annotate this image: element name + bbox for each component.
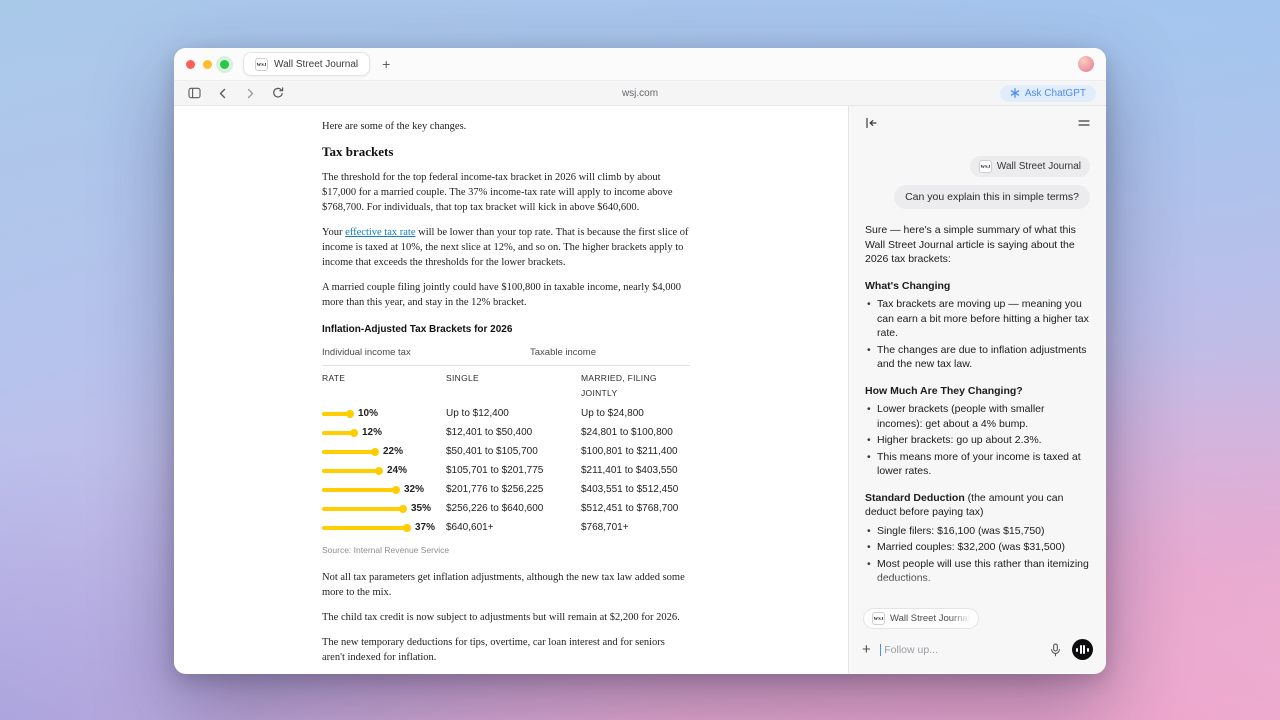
tax-bracket-row: 22%$50,401 to $105,700$100,801 to $211,4… <box>322 442 690 461</box>
assistant-message: Sure — here's a simple summary of what t… <box>865 223 1090 606</box>
zoom-window-button[interactable] <box>220 60 229 69</box>
tab-bar: WSJ Wall Street Journal + <box>174 48 1106 80</box>
rate-bar <box>322 450 374 454</box>
rate-bar <box>322 431 353 435</box>
tax-bracket-row: 37%$640,601+$768,701+ <box>322 518 690 537</box>
rate-bar <box>322 412 349 416</box>
rate-bar <box>322 469 378 473</box>
rate-bar-dot <box>392 486 400 494</box>
article-paragraph: The new temporary deductions for tips, o… <box>322 635 690 665</box>
group-label-right: Taxable income <box>530 345 596 360</box>
chat-section: What's ChangingTax brackets are moving u… <box>865 279 1090 372</box>
chart-title: Inflation-Adjusted Tax Brackets for 2026 <box>322 322 690 337</box>
chat-bullet: Tax brackets are moving up — meaning you… <box>865 297 1090 341</box>
window-controls <box>186 60 229 69</box>
wsj-favicon-icon: WSJ <box>872 612 885 625</box>
rate-bar <box>322 488 395 492</box>
context-page-chip[interactable]: WSJ Wall Street Journal <box>863 608 979 629</box>
assistant-intro: Sure — here's a simple summary of what t… <box>865 223 1090 267</box>
tax-bracket-row: 32%$201,776 to $256,225$403,551 to $512,… <box>322 480 690 499</box>
article-paragraph: Not all tax parameters get inflation adj… <box>322 570 690 600</box>
window-content: Here are some of the key changes. Tax br… <box>174 106 1106 673</box>
page-reference-chip[interactable]: WSJ Wall Street Journal <box>970 156 1090 177</box>
profile-avatar[interactable] <box>1078 56 1094 72</box>
article-paragraph: The child tax credit is now subject to a… <box>322 610 690 625</box>
page-reference-label: Wall Street Journal <box>997 161 1081 172</box>
tax-bracket-row: 24%$105,701 to $201,775$211,401 to $403,… <box>322 461 690 480</box>
input-placeholder: Follow up... <box>884 644 938 656</box>
followup-input[interactable]: Follow up... <box>880 644 1038 656</box>
article-pane[interactable]: Here are some of the key changes. Tax br… <box>174 106 848 673</box>
new-tab-button[interactable]: + <box>382 57 390 71</box>
sidebar-toggle-icon[interactable] <box>186 85 202 101</box>
chat-section: How Much Are They Changing?Lower bracket… <box>865 384 1090 479</box>
chat-bullet: Married couples: $32,200 (was $31,500) <box>865 540 1090 555</box>
chat-bullet: The changes are due to inflation adjustm… <box>865 343 1090 372</box>
chatgpt-panel: WSJ Wall Street Journal Can you explain … <box>848 106 1106 673</box>
rate-bar-dot <box>375 467 383 475</box>
context-page-label: Wall Street Journal <box>890 613 970 624</box>
article-paragraph: Your effective tax rate will be lower th… <box>322 225 690 270</box>
address-url[interactable]: wsj.com <box>622 88 658 99</box>
reload-icon[interactable] <box>270 85 286 101</box>
tax-bracket-row: 12%$12,401 to $50,400$24,801 to $100,800 <box>322 423 690 442</box>
waveform-icon <box>1076 648 1078 652</box>
user-message: Can you explain this in simple terms? <box>894 185 1090 209</box>
ask-chatgpt-button[interactable]: Ask ChatGPT <box>1000 85 1096 102</box>
wsj-favicon-icon: WSJ <box>979 160 992 173</box>
wsj-favicon-icon: WSJ <box>255 58 268 71</box>
address-toolbar: wsj.com Ask ChatGPT <box>174 80 1106 106</box>
attach-plus-icon[interactable]: + <box>862 642 871 657</box>
chat-bullet: Lower brackets (people with smaller inco… <box>865 402 1090 431</box>
chat-bullet: This means more of your income is taxed … <box>865 450 1090 479</box>
chatgpt-logo-icon <box>1010 88 1020 98</box>
rate-bar-dot <box>403 524 411 532</box>
chat-section: Estate and Gift TaxesEstate-tax exclusio… <box>865 598 1090 607</box>
chat-bullet: Higher brackets: go up about 2.3%. <box>865 433 1090 448</box>
tab-title: Wall Street Journal <box>274 59 358 70</box>
rate-bar <box>322 526 406 530</box>
rate-bar-dot <box>346 410 354 418</box>
effective-tax-rate-link[interactable]: effective tax rate <box>345 227 415 238</box>
back-icon[interactable] <box>214 85 230 101</box>
chat-composer: + Follow up... <box>849 635 1106 673</box>
tax-table-body: 10%Up to $12,400Up to $24,80012%$12,401 … <box>322 404 690 537</box>
chat-bullet: Most people will use this rather than it… <box>865 557 1090 586</box>
column-header-single: SINGLE <box>446 371 581 401</box>
composer-context-row: WSJ Wall Street Journal <box>849 606 1106 635</box>
chat-bullet: Single filers: $16,100 (was $15,750) <box>865 524 1090 539</box>
column-header-married: MARRIED, FILING JOINTLY <box>581 371 690 401</box>
minimize-window-button[interactable] <box>203 60 212 69</box>
forward-icon[interactable] <box>242 85 258 101</box>
column-header-rate: RATE <box>322 371 446 401</box>
browser-window: WSJ Wall Street Journal + wsj.com <box>174 48 1106 674</box>
collapse-panel-icon[interactable] <box>863 115 879 131</box>
chat-sections: What's ChangingTax brackets are moving u… <box>865 279 1090 607</box>
chart-group-labels: Individual income tax Taxable income <box>322 345 690 366</box>
tax-bracket-row: 35%$256,226 to $640,600$512,451 to $768,… <box>322 499 690 518</box>
voice-mode-button[interactable] <box>1072 639 1093 660</box>
chat-messages[interactable]: WSJ Wall Street Journal Can you explain … <box>849 140 1106 606</box>
panel-menu-icon[interactable] <box>1076 115 1092 131</box>
chat-section: Standard Deduction (the amount you can d… <box>865 491 1090 586</box>
article-intro: Here are some of the key changes. <box>322 119 690 134</box>
tab-wall-street-journal[interactable]: WSJ Wall Street Journal <box>243 52 370 76</box>
rate-bar-dot <box>371 448 379 456</box>
group-label-left: Individual income tax <box>322 347 411 358</box>
chart-header-row: RATE SINGLE MARRIED, FILING JOINTLY <box>322 366 690 404</box>
text-caret <box>880 644 882 656</box>
tax-bracket-row: 10%Up to $12,400Up to $24,800 <box>322 404 690 423</box>
article-paragraph: The threshold for the top federal income… <box>322 170 690 215</box>
rate-bar-dot <box>350 429 358 437</box>
article-paragraph: A married couple filing jointly could ha… <box>322 280 690 310</box>
tax-brackets-chart: Inflation-Adjusted Tax Brackets for 2026… <box>322 322 690 558</box>
microphone-icon[interactable] <box>1047 642 1063 658</box>
close-window-button[interactable] <box>186 60 195 69</box>
article-heading-tax-brackets: Tax brackets <box>322 144 690 159</box>
chart-source: Source: Internal Revenue Service <box>322 543 690 558</box>
rate-bar <box>322 507 402 511</box>
ask-chatgpt-label: Ask ChatGPT <box>1025 88 1086 99</box>
chat-panel-header <box>849 106 1106 140</box>
rate-bar-dot <box>399 505 407 513</box>
